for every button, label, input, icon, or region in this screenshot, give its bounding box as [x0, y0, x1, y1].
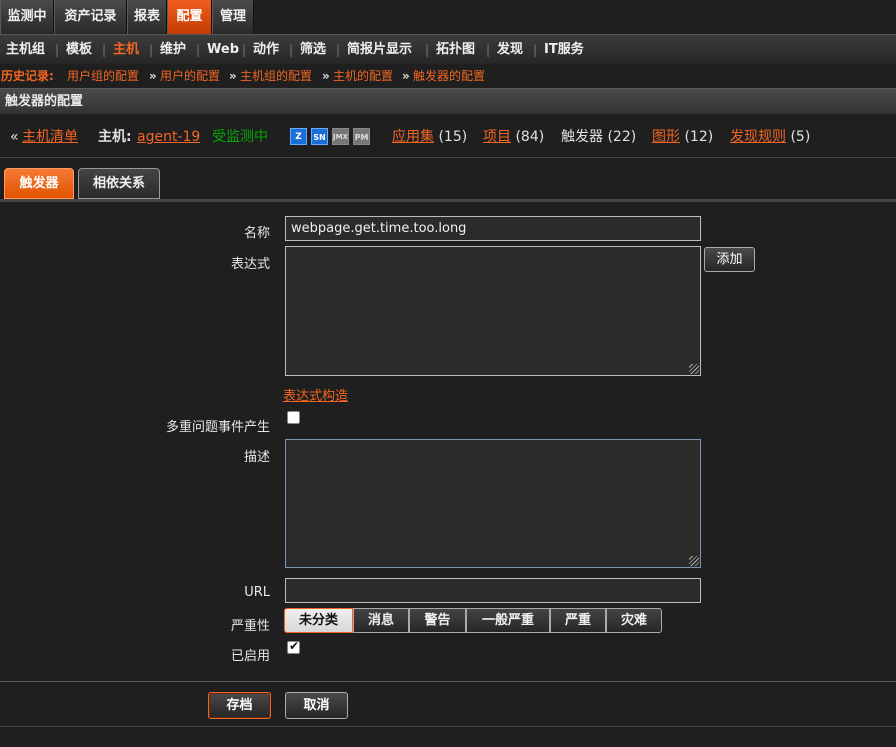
main-menu-monitoring[interactable]: 监测中 [0, 0, 54, 34]
applications-count: (15) [438, 129, 468, 145]
discovery-rules-count: (5) [790, 129, 811, 145]
items-link[interactable]: 项目 [483, 129, 511, 145]
history-separator: » [149, 69, 157, 83]
history-label: 历史记录: [1, 69, 54, 83]
main-menu-inventory[interactable]: 资产记录 [54, 0, 127, 34]
triggers-count: (22) [607, 129, 637, 145]
items-count: (84) [515, 129, 545, 145]
sub-menu-separator: | [196, 43, 201, 57]
history-link-hostgroups[interactable]: 主机组的配置 [240, 64, 312, 88]
history-link-triggers[interactable]: 触发器的配置 [413, 64, 485, 88]
bottom-divider [0, 726, 896, 727]
severity-high[interactable]: 严重 [550, 608, 606, 633]
sub-menu-hosts[interactable]: 主机 [113, 35, 139, 65]
sub-menu-web[interactable]: Web [207, 35, 239, 65]
sub-menu-separator: | [486, 43, 491, 57]
expression-label: 表达式 [230, 257, 270, 272]
url-input[interactable] [285, 578, 701, 603]
host-status: 受监测中 [212, 129, 268, 145]
history-link-usergroups[interactable]: 用户组的配置 [67, 64, 139, 88]
sub-menu-separator: | [242, 43, 247, 57]
sub-menu-separator: | [289, 43, 294, 57]
history-link-hosts[interactable]: 主机的配置 [333, 64, 393, 88]
tab-dependencies[interactable]: 相依关系 [78, 168, 160, 199]
ipmi-icon: PM [353, 128, 370, 145]
discovery-rules-entry: 发现规则 (5) [730, 128, 810, 146]
sub-menu-maps[interactable]: 拓扑图 [436, 35, 475, 65]
triggers-entry: 触发器 (22) [561, 128, 636, 146]
tab-underline [0, 199, 896, 202]
sub-menu-separator: | [336, 43, 341, 57]
description-label: 描述 [243, 450, 270, 465]
resize-handle-icon[interactable] [689, 364, 699, 374]
severity-not-classified[interactable]: 未分类 [284, 608, 353, 633]
history-separator: » [229, 69, 237, 83]
enabled-checkbox[interactable] [287, 639, 300, 654]
sub-menu-separator: | [55, 43, 60, 57]
items-entry: 项目 (84) [483, 128, 544, 146]
back-arrow: « [10, 129, 19, 145]
sub-menu-hostgroups[interactable]: 主机组 [6, 35, 45, 65]
host-name-link[interactable]: agent-19 [137, 128, 200, 146]
main-menu-reports[interactable]: 报表 [127, 0, 167, 34]
zabbix-icon: Z [290, 128, 307, 145]
resize-handle-icon[interactable] [689, 556, 699, 566]
severity-disaster[interactable]: 灾难 [606, 608, 662, 633]
url-label: URL [244, 585, 270, 600]
enabled-label: 已启用 [230, 649, 270, 664]
main-menu-configuration[interactable]: 配置 [167, 0, 212, 34]
discovery-rules-link[interactable]: 发现规则 [730, 129, 786, 145]
host-label: 主机: [98, 129, 132, 145]
name-input[interactable] [285, 216, 701, 241]
applications-entry: 应用集 (15) [392, 128, 467, 146]
expression-textarea[interactable] [285, 246, 701, 376]
sub-menu-slides[interactable]: 简报片显示 [347, 35, 412, 65]
triggers-label: 触发器 [561, 129, 603, 145]
jmx-icon: JMX [332, 128, 349, 145]
add-expression-button[interactable]: 添加 [704, 247, 755, 272]
tab-trigger[interactable]: 触发器 [4, 168, 74, 199]
host-header: « 主机清单 主机: agent-19 受监测中 Z SN JMX PM 应用集… [0, 114, 896, 158]
name-label: 名称 [243, 226, 270, 241]
main-menu: 监测中 资产记录 报表 配置 管理 [0, 0, 896, 34]
sub-menu-maintenance[interactable]: 维护 [160, 35, 186, 65]
graphs-entry: 图形 (12) [652, 128, 713, 146]
history-breadcrumb: 历史记录: 用户组的配置 » 用户的配置 » 主机组的配置 » 主机的配置 » … [0, 64, 896, 88]
sub-menu-actions[interactable]: 动作 [253, 35, 279, 65]
expression-builder-link[interactable]: 表达式构造 [283, 385, 348, 404]
tab-bar: 触发器 相依关系 [0, 158, 896, 202]
sub-menu-separator: | [425, 43, 430, 57]
severity-average[interactable]: 一般严重 [466, 608, 550, 633]
history-link-users[interactable]: 用户的配置 [160, 64, 220, 88]
graphs-link[interactable]: 图形 [652, 129, 680, 145]
form-divider [0, 681, 896, 682]
page-title: 触发器的配置 [0, 88, 896, 114]
sub-menu: 主机组 | 模板 | 主机 | 维护 | Web | 动作 | 筛选 | 简报片… [0, 34, 896, 64]
sub-menu-discovery[interactable]: 发现 [497, 35, 523, 65]
host-list-link[interactable]: 主机清单 [22, 128, 78, 146]
graphs-count: (12) [684, 129, 714, 145]
sub-menu-it-services[interactable]: IT服务 [544, 35, 584, 65]
sub-menu-separator: | [149, 43, 154, 57]
history-separator: » [402, 69, 410, 83]
sub-menu-filters[interactable]: 筛选 [300, 35, 326, 65]
multiple-events-label: 多重问题事件产生 [165, 420, 270, 435]
multiple-events-checkbox[interactable] [287, 411, 300, 424]
sub-menu-separator: | [102, 43, 107, 57]
save-button[interactable]: 存档 [208, 692, 271, 719]
sub-menu-templates[interactable]: 模板 [66, 35, 92, 65]
severity-warning[interactable]: 警告 [409, 608, 466, 633]
applications-link[interactable]: 应用集 [392, 129, 434, 145]
severity-label: 严重性 [230, 619, 270, 634]
history-separator: » [322, 69, 330, 83]
severity-information[interactable]: 消息 [353, 608, 409, 633]
snmp-icon: SN [311, 128, 328, 145]
cancel-button[interactable]: 取消 [285, 692, 348, 719]
description-textarea[interactable] [285, 439, 701, 568]
main-menu-administration[interactable]: 管理 [212, 0, 254, 34]
sub-menu-separator: | [533, 43, 538, 57]
